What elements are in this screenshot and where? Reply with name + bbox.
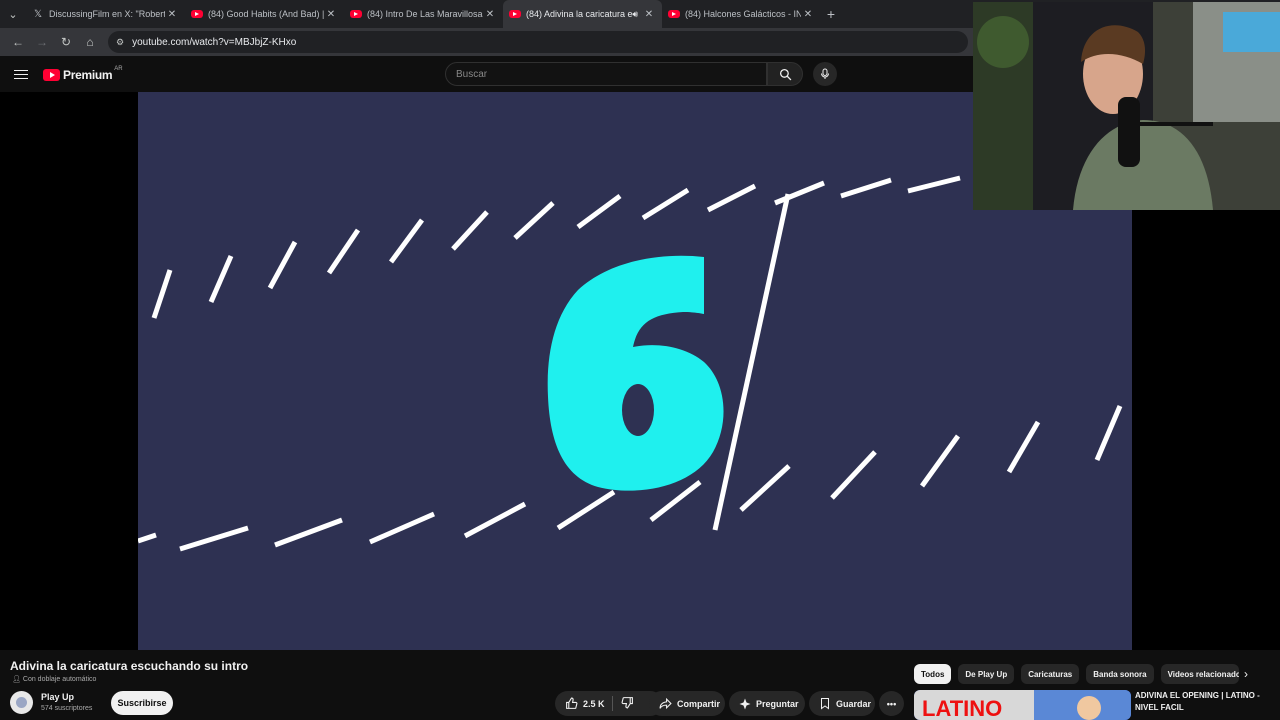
ask-label: Preguntar (756, 698, 799, 709)
browser-tab[interactable]: 𝕏 DiscussingFilm en X: "Robert D ✕ (26, 0, 185, 28)
address-bar[interactable]: ⚙ youtube.com/watch?v=MBJbjZ-KHxo (108, 31, 968, 53)
more-actions-button[interactable]: ••• (879, 691, 904, 716)
brand-label: Premium (63, 68, 113, 82)
like-button[interactable]: 2.5 K (555, 691, 663, 716)
youtube-logo[interactable]: Premium AR (43, 66, 123, 82)
reload-icon[interactable]: ↻ (54, 35, 78, 49)
countdown-digit-six (547, 255, 724, 491)
browser-tab-active[interactable]: (84) Adivina la caricatura esc 🔊︎ ✕ (503, 0, 662, 28)
search-icon (779, 68, 791, 80)
hamburger-menu-icon[interactable] (14, 67, 28, 81)
youtube-icon (668, 10, 680, 18)
close-icon[interactable]: ✕ (324, 9, 338, 20)
share-button[interactable]: Compartir (649, 691, 725, 716)
youtube-icon (350, 10, 362, 18)
chevron-right-icon[interactable]: › (1238, 666, 1254, 682)
chip-de-play-up[interactable]: De Play Up (958, 664, 1015, 684)
channel-avatar[interactable] (10, 691, 33, 714)
sparkle-icon (739, 698, 751, 710)
person-voice-icon: 👤︎ (12, 676, 21, 683)
video-title: Adivina la caricatura escuchando su intr… (10, 659, 249, 673)
webcam-overlay (973, 2, 1280, 210)
share-icon (659, 697, 672, 710)
forward-arrow-icon[interactable]: → (30, 35, 54, 49)
filter-chips: Todos De Play Up Caricaturas Banda sonor… (914, 664, 1246, 684)
chip-caricaturas[interactable]: Caricaturas (1021, 664, 1080, 684)
youtube-icon (191, 10, 203, 18)
tab-search-button[interactable]: ⌄ (0, 0, 26, 28)
channel-name[interactable]: Play Up (41, 692, 74, 702)
home-icon[interactable]: ⌂ (78, 35, 102, 49)
share-label: Compartir (677, 698, 721, 709)
youtube-icon (509, 10, 521, 18)
more-horizontal-icon: ••• (886, 698, 897, 709)
bookmark-icon (819, 697, 831, 710)
like-divider (612, 696, 613, 711)
country-code: AR (114, 66, 123, 72)
dub-note-text: Con doblaje automático (22, 675, 97, 683)
ask-button[interactable]: Preguntar (729, 691, 805, 716)
save-label: Guardar (836, 698, 872, 709)
search-placeholder: Buscar (456, 68, 488, 80)
microphone-icon (821, 68, 829, 79)
dashed-track-top (151, 175, 961, 319)
like-count: 2.5 K (583, 698, 605, 709)
thumbnail-image: LATINO (914, 690, 1131, 720)
chip-videos-relacionados[interactable]: Videos relacionados (1160, 664, 1239, 684)
youtube-icon (43, 69, 60, 81)
speaker-icon[interactable]: 🔊︎ (632, 9, 638, 20)
chip-banda-sonora[interactable]: Banda sonora (1086, 664, 1154, 684)
x-icon: 𝕏 (33, 8, 43, 20)
save-button[interactable]: Guardar (809, 691, 875, 716)
browser-tab[interactable]: (84) Intro De Las Maravillosas D ✕ (344, 0, 503, 28)
thumbs-up-icon (565, 697, 578, 710)
tab-title: (84) Good Habits (And Bad) | Sa (208, 9, 324, 19)
subscribe-button[interactable]: Suscribirse (111, 691, 173, 715)
search-button[interactable] (767, 62, 803, 86)
close-icon[interactable]: ✕ (165, 9, 179, 20)
streamer-webcam-image (973, 2, 1280, 210)
dub-note: 👤︎ Con doblaje automático (12, 675, 97, 684)
tab-title: DiscussingFilm en X: "Robert D (49, 9, 165, 19)
site-info-icon[interactable]: ⚙ (116, 37, 124, 48)
tab-title: (84) Halcones Galácticos - INTR (685, 9, 801, 19)
tab-title: (84) Adivina la caricatura esc (526, 9, 633, 19)
recommendation-title[interactable]: ADIVINA EL OPENING | LATINO - NIVEL FACI… (1135, 690, 1275, 714)
browser-tab[interactable]: (84) Good Habits (And Bad) | Sa ✕ (185, 0, 344, 28)
new-tab-button[interactable]: + (821, 6, 841, 22)
url-text: youtube.com/watch?v=MBJbjZ-KHxo (132, 36, 297, 48)
close-icon[interactable]: ✕ (642, 9, 656, 20)
thumbs-down-icon[interactable] (621, 696, 634, 711)
browser-tab[interactable]: (84) Halcones Galácticos - INTR ✕ (662, 0, 821, 28)
voice-search-button[interactable] (813, 62, 837, 86)
subscriber-count: 574 suscriptores (41, 705, 93, 712)
close-icon[interactable]: ✕ (801, 9, 815, 20)
chip-todos[interactable]: Todos (914, 664, 952, 684)
search-input[interactable]: Buscar (445, 62, 767, 86)
back-arrow-icon[interactable]: ← (6, 35, 30, 49)
recommendation-thumbnail[interactable]: LATINO (914, 690, 1131, 720)
close-icon[interactable]: ✕ (483, 9, 497, 20)
tab-title: (84) Intro De Las Maravillosas D (367, 9, 483, 19)
thumbnail-text: LATINO (922, 696, 1002, 720)
